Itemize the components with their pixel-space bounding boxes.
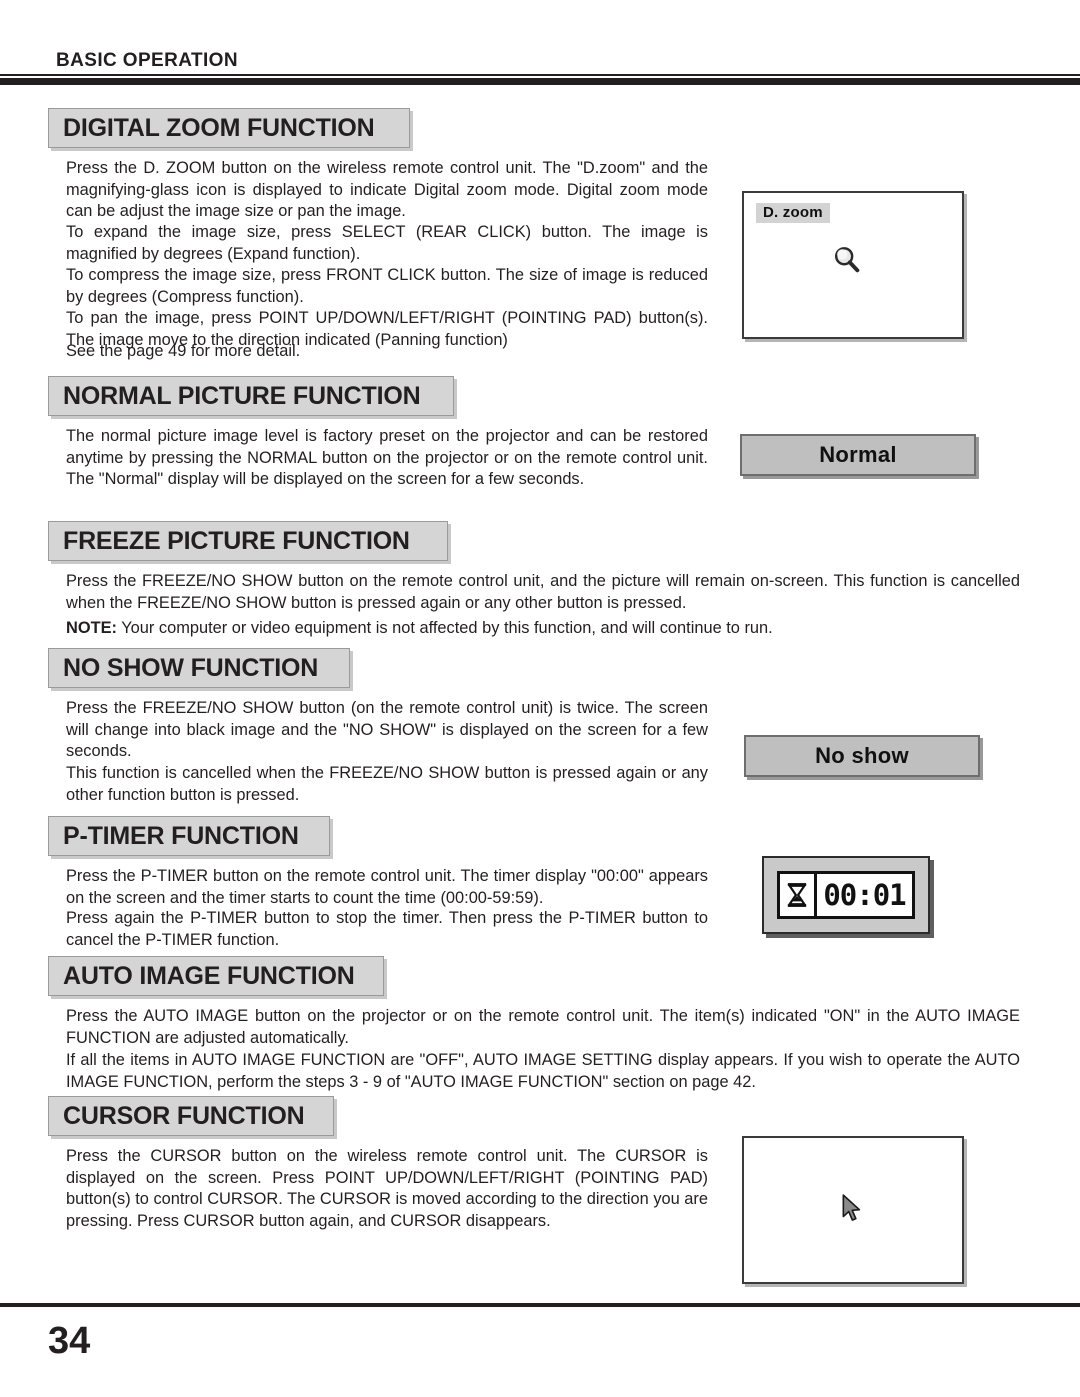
osd-normal-text: Normal xyxy=(819,442,897,467)
section-heading-freeze-picture: FREEZE PICTURE FUNCTION xyxy=(48,521,448,561)
cursor-arrow-icon xyxy=(842,1194,861,1221)
paragraph-digital-zoom-2: To expand the image size, press SELECT (… xyxy=(66,223,708,263)
section-heading-label: CURSOR FUNCTION xyxy=(63,1101,305,1130)
section-heading-label: NORMAL PICTURE FUNCTION xyxy=(63,381,421,410)
illustration-ptimer-osd: 00:01 xyxy=(762,856,930,934)
section-heading-no-show: NO SHOW FUNCTION xyxy=(48,648,350,688)
paragraph-freeze-picture-note: NOTE: Your computer or video equipment i… xyxy=(66,618,1020,640)
section-heading-label: FREEZE PICTURE FUNCTION xyxy=(63,526,410,555)
paragraph-digital-zoom-1: Press the D. ZOOM button on the wireless… xyxy=(66,159,708,220)
timer-value: 00:01 xyxy=(823,877,906,912)
note-text: Your computer or video equipment is not … xyxy=(117,619,773,637)
section-heading-digital-zoom: DIGITAL ZOOM FUNCTION xyxy=(48,108,410,148)
illustration-cursor-screen xyxy=(742,1136,964,1284)
paragraph-no-show-2: This function is cancelled when the FREE… xyxy=(66,764,708,804)
hourglass-icon xyxy=(780,874,818,916)
paragraph-auto-image-2: If all the items in AUTO IMAGE FUNCTION … xyxy=(66,1051,1020,1091)
header-rule-thin xyxy=(0,74,1080,76)
page-header-title: BASIC OPERATION xyxy=(56,50,238,71)
note-label: NOTE: xyxy=(66,619,117,637)
section-heading-label: DIGITAL ZOOM FUNCTION xyxy=(63,113,375,142)
section-heading-label: AUTO IMAGE FUNCTION xyxy=(63,961,355,990)
paragraph-digital-zoom-3: To compress the image size, press FRONT … xyxy=(66,266,708,306)
header-rule-thick xyxy=(0,78,1080,85)
section-heading-p-timer: P-TIMER FUNCTION xyxy=(48,816,330,856)
illustration-dzoom-screen: D. zoom xyxy=(742,191,964,339)
paragraph-p-timer-1: Press the P-TIMER button on the remote c… xyxy=(66,867,708,907)
footer-rule xyxy=(0,1303,1080,1307)
paragraph-freeze-picture-1: Press the FREEZE/NO SHOW button on the r… xyxy=(66,572,1020,612)
paragraph-no-show-1: Press the FREEZE/NO SHOW button (on the … xyxy=(66,699,708,760)
illustration-noshow-osd: No show xyxy=(744,735,980,777)
section-heading-label: NO SHOW FUNCTION xyxy=(63,653,319,682)
page-number: 34 xyxy=(48,1320,91,1362)
paragraph-auto-image-1: Press the AUTO IMAGE button on the proje… xyxy=(66,1007,1020,1047)
osd-noshow-text: No show xyxy=(815,743,909,768)
magnifier-icon xyxy=(835,247,860,273)
timer-display: 00:01 xyxy=(777,871,915,919)
paragraph-normal-picture-1: The normal picture image level is factor… xyxy=(66,427,708,488)
section-heading-auto-image: AUTO IMAGE FUNCTION xyxy=(48,956,384,996)
paragraph-cursor-1: Press the CURSOR button on the wireless … xyxy=(66,1147,708,1230)
paragraph-p-timer-2: Press again the P-TIMER button to stop t… xyxy=(66,909,708,949)
illustration-normal-osd: Normal xyxy=(740,434,976,476)
section-heading-cursor: CURSOR FUNCTION xyxy=(48,1096,334,1136)
section-heading-label: P-TIMER FUNCTION xyxy=(63,821,299,850)
section-heading-normal-picture: NORMAL PICTURE FUNCTION xyxy=(48,376,454,416)
hourglass-glyph xyxy=(787,883,807,907)
paragraph-digital-zoom-5: See the page 49 for more detail. xyxy=(66,342,301,360)
osd-label-dzoom: D. zoom xyxy=(756,203,830,223)
